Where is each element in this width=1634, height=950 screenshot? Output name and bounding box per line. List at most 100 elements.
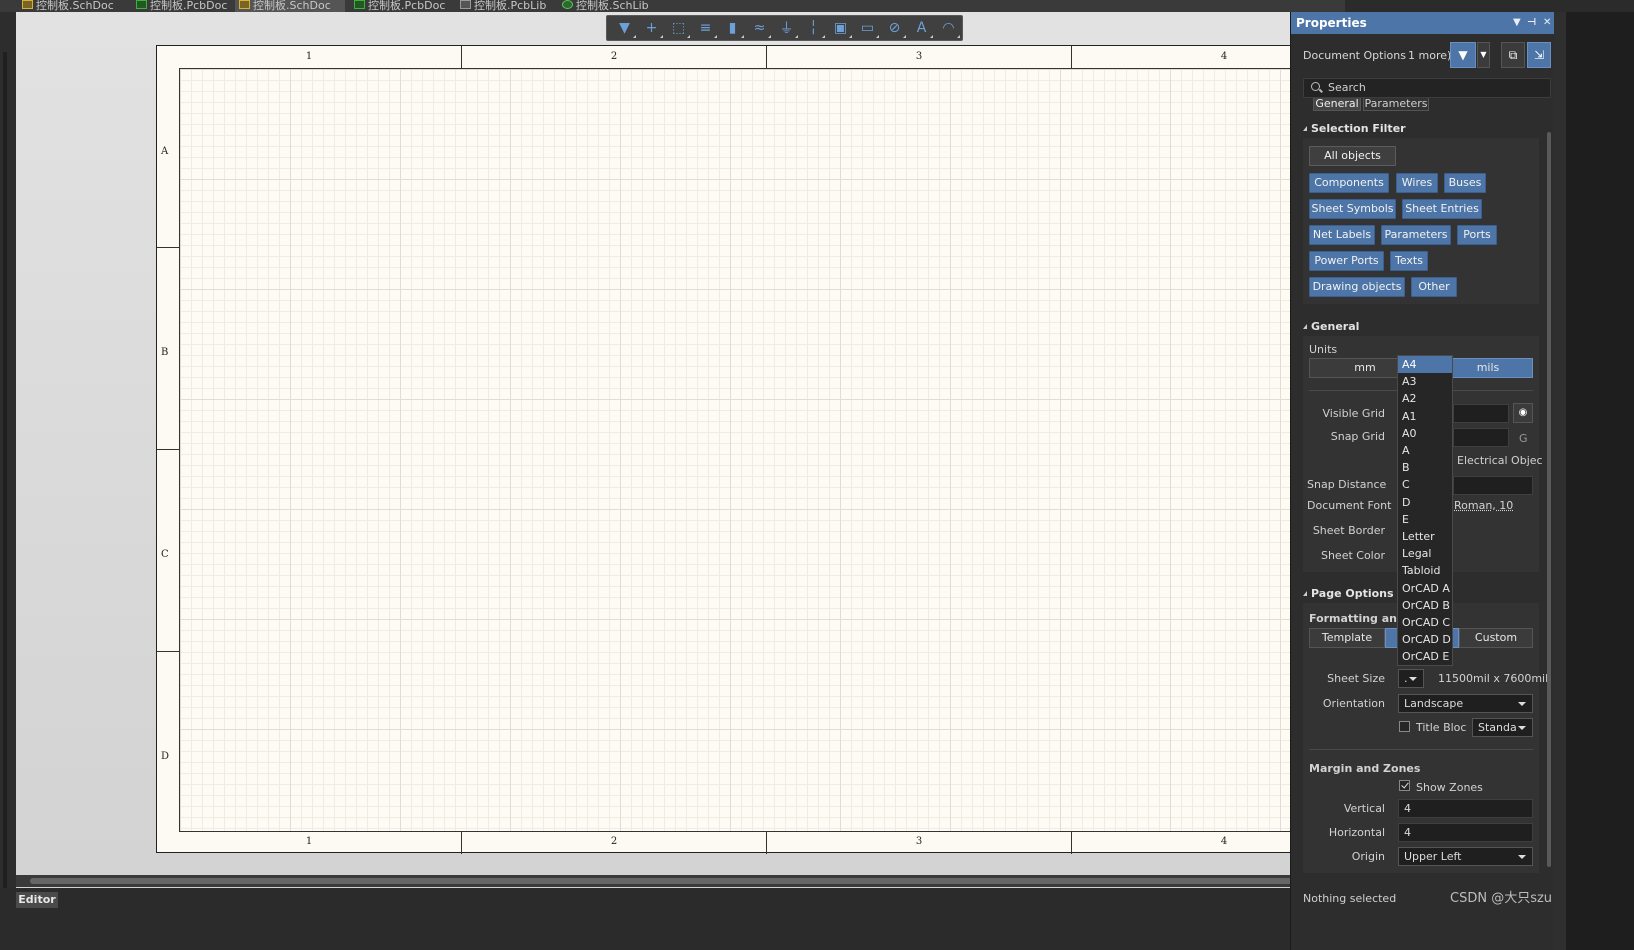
orientation-dropdown[interactable]: Landscape: [1398, 694, 1533, 713]
cross-probe-tool-button[interactable]: +: [638, 17, 665, 39]
filter-power-ports[interactable]: Power Ports: [1309, 251, 1384, 271]
close-icon[interactable]: ✕: [1543, 12, 1551, 34]
horizontal-zones-input[interactable]: 4: [1398, 823, 1533, 842]
text-tool-button[interactable]: A: [908, 17, 935, 39]
scroll-thumb[interactable]: [30, 878, 1330, 884]
zone-col-top-1: 1: [305, 51, 313, 62]
sheet-border-label: Sheet Border: [1312, 524, 1385, 537]
schematic-sheet[interactable]: 1 2 3 4 1 2 3 4 A B C D: [156, 45, 1345, 854]
title-block-style-dropdown[interactable]: Standa: [1472, 718, 1533, 737]
doc-tab-schdoc-active[interactable]: 控制板.SchDoc: [235, 0, 345, 12]
sheet-size-dropdown[interactable]: .: [1398, 669, 1424, 688]
no-erc-tool-button[interactable]: ⊘: [881, 17, 908, 39]
copy-button[interactable]: ⧉: [1501, 42, 1525, 68]
title-block-checkbox[interactable]: [1399, 721, 1410, 732]
port-tool-button[interactable]: ▭: [854, 17, 881, 39]
sheet-size-option[interactable]: D: [1398, 494, 1452, 511]
panel-menu-icon[interactable]: ▼: [1513, 12, 1521, 34]
sheet-size-option[interactable]: E: [1398, 511, 1452, 528]
scroll-thumb[interactable]: [1547, 132, 1551, 867]
component-tool-button[interactable]: ▮: [719, 17, 746, 39]
collapse-icon: [1303, 324, 1307, 329]
select-button[interactable]: ⇲: [1527, 42, 1551, 68]
sheet-symbol-icon: ▣: [833, 20, 848, 36]
snap-electrical-objects[interactable]: Electrical Objec: [1457, 454, 1543, 467]
snap-distance-input[interactable]: [1453, 476, 1533, 495]
sheet-size-option[interactable]: A3: [1398, 373, 1452, 390]
selection-filter-header[interactable]: Selection Filter: [1303, 122, 1406, 135]
page-options-header[interactable]: Page Options: [1303, 587, 1394, 600]
doc-tab-pcbdoc-2[interactable]: 控制板.PcbDoc: [350, 0, 445, 12]
origin-dropdown[interactable]: Upper Left: [1398, 847, 1533, 866]
orientation-label: Orientation: [1322, 697, 1385, 710]
doc-tab-pcbdoc-1[interactable]: 控制板.PcbDoc: [132, 0, 227, 12]
visible-grid-toggle[interactable]: ◉: [1513, 403, 1533, 423]
arc-tool-button[interactable]: ◠: [935, 17, 962, 39]
text-icon: A: [916, 20, 927, 36]
filter-net-labels[interactable]: Net Labels: [1309, 225, 1375, 245]
sheet-size-option[interactable]: A4: [1398, 356, 1452, 373]
filter-button[interactable]: ▼: [1450, 42, 1476, 68]
pin-icon[interactable]: ⊣: [1527, 12, 1536, 34]
search-icon: [1311, 82, 1320, 91]
doc-tab-pcblib[interactable]: 控制板.PcbLib: [456, 0, 546, 12]
filter-dropdown-button[interactable]: ▼: [1477, 42, 1490, 68]
wire-tool-button[interactable]: ≈: [746, 17, 773, 39]
filter-ports[interactable]: Ports: [1457, 225, 1497, 245]
doc-tab-schdoc-1[interactable]: 控制板.SchDoc: [18, 0, 114, 12]
filter-drawing-objects[interactable]: Drawing objects: [1309, 277, 1405, 297]
visible-grid-input[interactable]: [1453, 404, 1509, 423]
general-header[interactable]: General: [1303, 320, 1359, 333]
filter-tool-button[interactable]: ▼: [611, 17, 638, 39]
sheet-size-option[interactable]: OrCAD D: [1398, 631, 1452, 648]
sheet-size-option[interactable]: A0: [1398, 425, 1452, 442]
subtab-general[interactable]: General: [1313, 98, 1361, 111]
left-panel-handle[interactable]: [3, 52, 7, 912]
sheet-size-option[interactable]: Tabloid: [1398, 562, 1452, 579]
bus-tool-button[interactable]: ╎: [800, 17, 827, 39]
status-bar: Editor: [0, 888, 1345, 950]
search-input[interactable]: Search: [1303, 78, 1551, 98]
custom-button[interactable]: Custom: [1459, 628, 1533, 648]
sheet-size-option[interactable]: OrCAD E: [1398, 648, 1452, 665]
snap-grid-input[interactable]: [1453, 428, 1509, 447]
power-port-tool-button[interactable]: ⏚: [773, 17, 800, 39]
sheet-size-option[interactable]: A2: [1398, 390, 1452, 407]
sheet-size-option[interactable]: Letter: [1398, 528, 1452, 545]
watermark: CSDN @大只szu: [1450, 891, 1553, 906]
sheet-size-option[interactable]: Legal: [1398, 545, 1452, 562]
filter-buses[interactable]: Buses: [1444, 173, 1486, 193]
sheet-size-option[interactable]: B: [1398, 459, 1452, 476]
align-tool-button[interactable]: ≡: [692, 17, 719, 39]
select-rect-tool-button[interactable]: ⬚: [665, 17, 692, 39]
subtab-parameters[interactable]: Parameters: [1363, 98, 1429, 111]
schematic-workspace[interactable]: 1 2 3 4 1 2 3 4 A B C D: [16, 12, 1345, 917]
filter-other[interactable]: Other: [1411, 277, 1457, 297]
sheet-symbol-tool-button[interactable]: ▣: [827, 17, 854, 39]
filter-sheet-symbols[interactable]: Sheet Symbols: [1309, 199, 1396, 219]
filter-texts[interactable]: Texts: [1390, 251, 1428, 271]
search-placeholder: Search: [1328, 81, 1366, 94]
horizontal-scrollbar[interactable]: [16, 875, 1345, 887]
sheet-size-option[interactable]: OrCAD C: [1398, 614, 1452, 631]
filter-wires[interactable]: Wires: [1396, 173, 1438, 193]
sheet-size-option[interactable]: OrCAD B: [1398, 597, 1452, 614]
show-zones-checkbox[interactable]: [1399, 780, 1410, 791]
all-objects-button[interactable]: All objects: [1309, 146, 1396, 166]
doc-tab-schlib[interactable]: 控制板.SchLib: [558, 0, 649, 12]
filter-components[interactable]: Components: [1309, 173, 1389, 193]
filter-sheet-entries[interactable]: Sheet Entries: [1402, 199, 1482, 219]
vertical-zones-input[interactable]: 4: [1398, 799, 1533, 818]
sheet-drawing-area[interactable]: [179, 68, 1345, 832]
sheet-size-option[interactable]: A1: [1398, 408, 1452, 425]
template-button[interactable]: Template: [1309, 628, 1385, 648]
sheet-size-option[interactable]: C: [1398, 476, 1452, 493]
sheet-size-option[interactable]: A: [1398, 442, 1452, 459]
panel-scrollbar[interactable]: [1545, 104, 1553, 884]
bus-icon: ╎: [809, 20, 818, 36]
document-font-value[interactable]: Roman, 10: [1454, 499, 1513, 512]
filter-parameters[interactable]: Parameters: [1381, 225, 1451, 245]
editor-tab[interactable]: Editor: [16, 892, 58, 908]
right-panel-tabs[interactable]: [1554, 12, 1566, 950]
sheet-size-option[interactable]: OrCAD A: [1398, 580, 1452, 597]
